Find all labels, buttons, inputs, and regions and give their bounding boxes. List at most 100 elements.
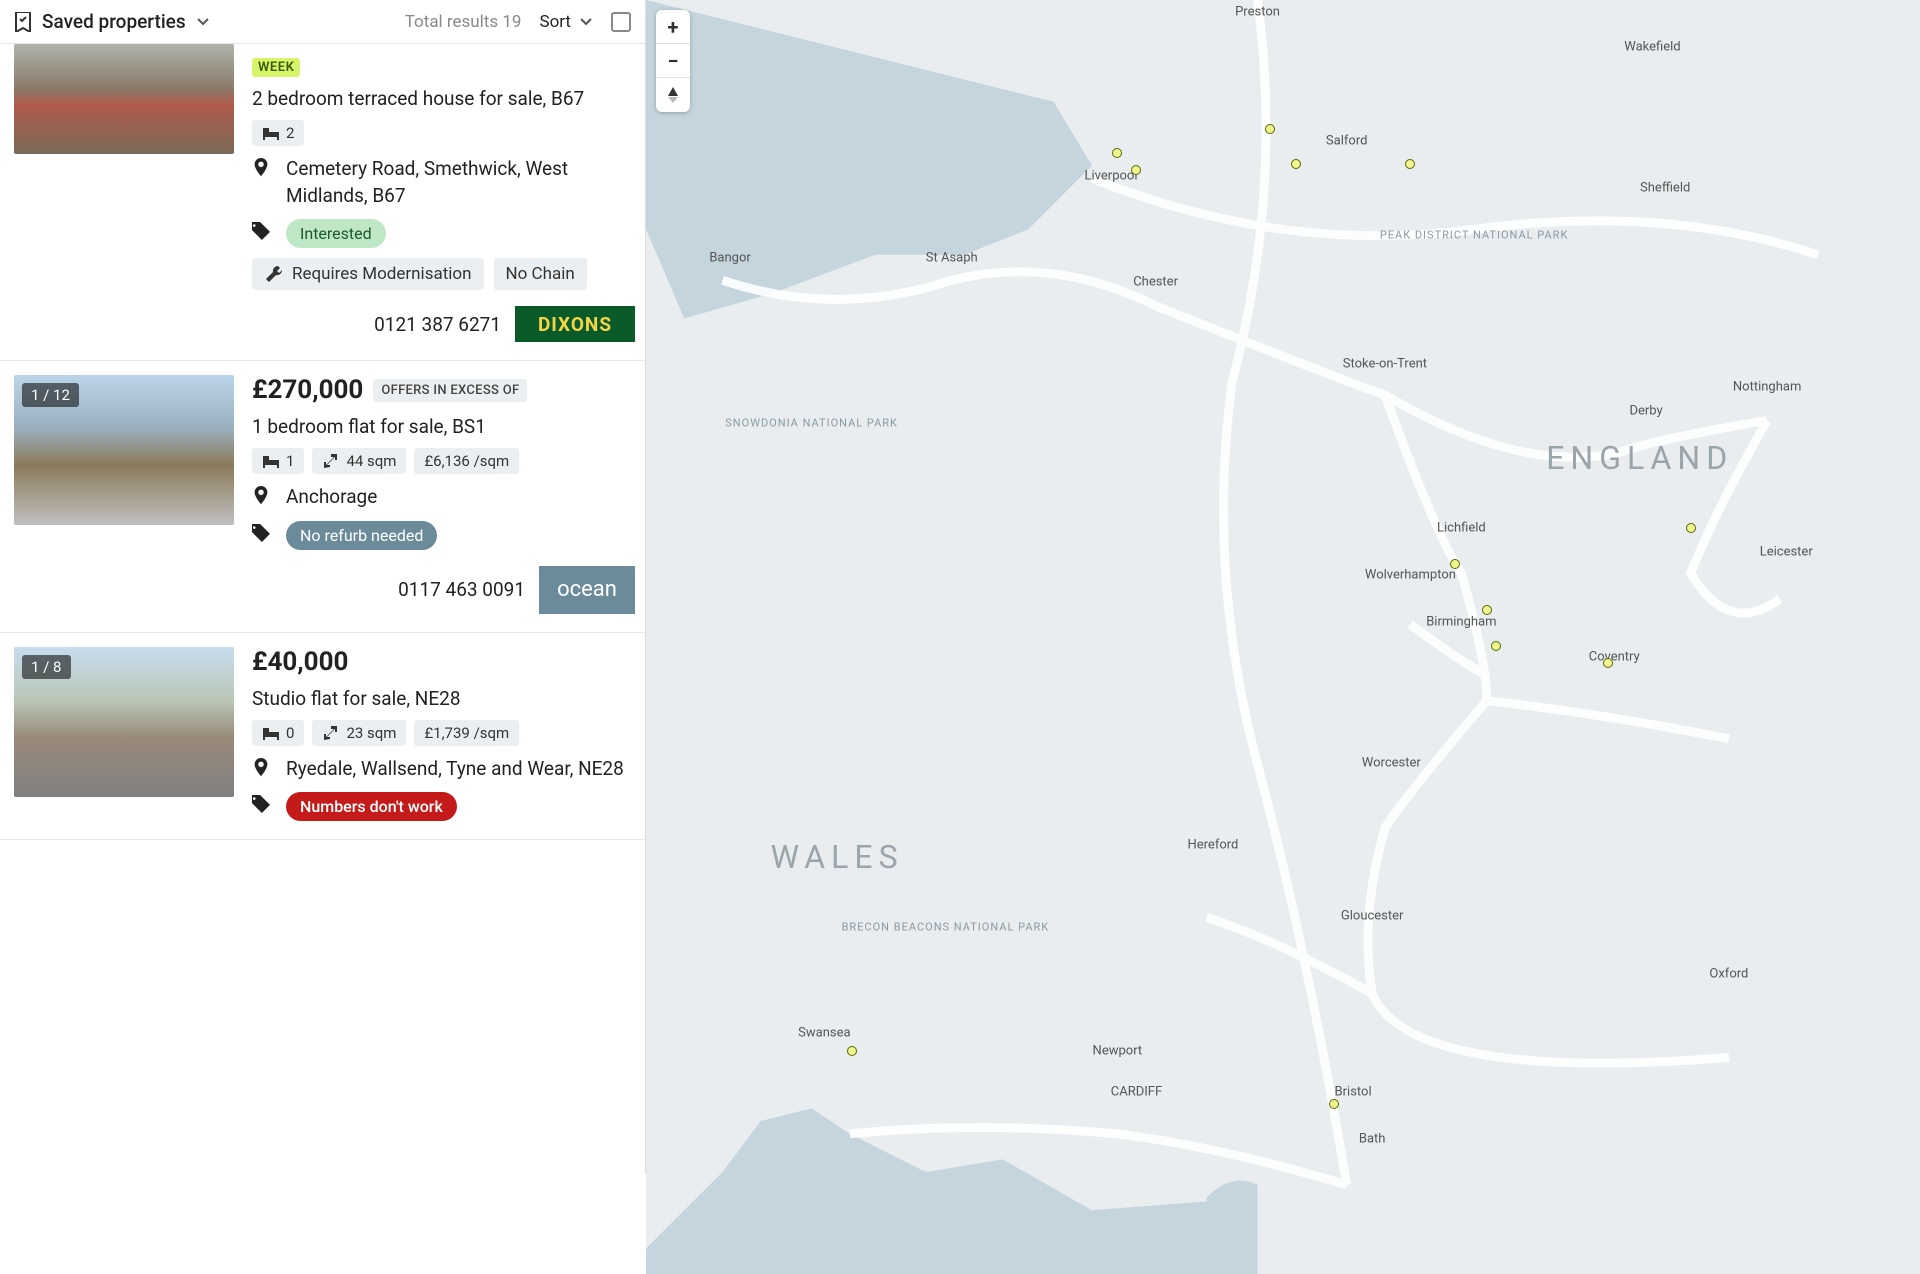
agent-logo[interactable]: ocean	[539, 566, 635, 614]
tag-icon	[252, 523, 270, 543]
bookmark-icon	[14, 12, 32, 32]
map-panel[interactable]: Preston Wakefield Liverpool Salford Sheffiel…	[646, 0, 1920, 1174]
zoom-in-button[interactable]: +	[656, 10, 690, 44]
map-city-label: Stoke-on-Trent	[1343, 356, 1427, 371]
listing-item[interactable]: WEEK 2 bedroom terraced house for sale, …	[0, 44, 645, 361]
location-icon	[252, 158, 270, 178]
map-city-label: Coventry	[1589, 650, 1640, 665]
map-marker[interactable]	[1405, 159, 1415, 169]
map-city-label: Birmingham	[1426, 615, 1496, 630]
map-city-label: Newport	[1093, 1043, 1143, 1058]
map-marker[interactable]	[1482, 605, 1492, 615]
map-city-label: Wakefield	[1624, 39, 1680, 54]
feature-chip: Requires Modernisation	[252, 258, 484, 290]
map-marker[interactable]	[1329, 1099, 1339, 1109]
beds-chip: 1	[252, 448, 304, 474]
map-city-label: Bangor	[709, 251, 750, 266]
zoom-out-button[interactable]: −	[656, 44, 690, 78]
map-city-label: Salford	[1326, 133, 1368, 148]
map-region-label: WALES	[771, 838, 904, 876]
header-title: Saved properties	[42, 10, 186, 33]
select-all-checkbox[interactable]	[611, 12, 631, 32]
agent-phone[interactable]: 0121 387 6271	[374, 313, 501, 336]
map-park-label: PEAK DISTRICT NATIONAL PARK	[1380, 228, 1569, 241]
location-icon	[252, 758, 270, 778]
map-marker[interactable]	[1112, 148, 1122, 158]
map-marker[interactable]	[1491, 641, 1501, 651]
listing-address: Anchorage	[286, 484, 377, 511]
listing-image[interactable]: 1 / 12	[14, 375, 234, 525]
compass-icon	[666, 87, 680, 103]
map-city-label: Oxford	[1709, 967, 1748, 982]
listing-image[interactable]	[14, 44, 234, 154]
listing-item[interactable]: 1 / 12 £270,000 OFFERS IN EXCESS OF 1 be…	[0, 361, 645, 633]
map-city-label: Worcester	[1362, 756, 1421, 771]
map-controls: + −	[656, 10, 690, 112]
map-marker[interactable]	[1686, 523, 1696, 533]
chevron-down-icon	[196, 15, 210, 29]
map-city-label: Swansea	[798, 1026, 850, 1041]
map-city-label: Preston	[1235, 4, 1280, 19]
image-counter: 1 / 12	[22, 383, 79, 407]
map-city-label: Sheffield	[1640, 180, 1690, 195]
tag-icon	[252, 794, 270, 814]
price-sqm-chip: £6,136 /sqm	[414, 448, 519, 474]
map-marker[interactable]	[1450, 559, 1460, 569]
map-city-label: Derby	[1629, 403, 1662, 418]
listing-address: Cemetery Road, Smethwick, West Midlands,…	[286, 156, 635, 209]
sort-button[interactable]: Sort	[539, 12, 593, 32]
compass-button[interactable]	[656, 78, 690, 112]
map-city-label: Nottingham	[1733, 380, 1801, 395]
listing-title: 1 bedroom flat for sale, BS1	[252, 415, 635, 438]
map-marker[interactable]	[1131, 165, 1141, 175]
agent-logo[interactable]: DIXONS	[515, 306, 635, 342]
bed-icon	[262, 126, 280, 140]
listings: WEEK 2 bedroom terraced house for sale, …	[0, 44, 645, 1174]
map-region-label: ENGLAND	[1546, 439, 1733, 477]
chevron-down-icon	[579, 15, 593, 29]
area-icon	[322, 726, 340, 740]
map-marker[interactable]	[1603, 658, 1613, 668]
map-city-label: Hereford	[1187, 838, 1238, 853]
map-marker[interactable]	[847, 1046, 857, 1056]
map-city-label: Bath	[1359, 1131, 1386, 1146]
bed-icon	[262, 726, 280, 740]
feature-chip: No Chain	[494, 258, 587, 290]
listing-image[interactable]: 1 / 8	[14, 647, 234, 797]
listing-item[interactable]: 1 / 8 £40,000 Studio flat for sale, NE28…	[0, 633, 645, 841]
sort-label: Sort	[539, 12, 571, 32]
area-icon	[322, 454, 340, 468]
listing-price: £270,000	[252, 375, 363, 405]
status-tag[interactable]: No refurb needed	[286, 521, 437, 550]
map-city-label: Lichfield	[1437, 521, 1486, 536]
week-badge: WEEK	[252, 58, 300, 77]
header-bar: Saved properties Total results 19 Sort	[0, 0, 645, 44]
map-park-label: SNOWDONIA NATIONAL PARK	[725, 416, 898, 429]
listing-price: £40,000	[252, 647, 348, 677]
bed-icon	[262, 454, 280, 468]
map-city-label: St Asaph	[926, 251, 978, 266]
total-results: Total results 19	[405, 12, 522, 32]
map-marker[interactable]	[1291, 159, 1301, 169]
location-icon	[252, 486, 270, 506]
area-chip: 23 sqm	[312, 720, 406, 746]
map-marker[interactable]	[1265, 124, 1275, 134]
saved-properties-dropdown[interactable]: Saved properties	[14, 10, 210, 33]
map-city-label: Bristol	[1335, 1084, 1372, 1099]
beds-chip: 2	[252, 120, 304, 146]
status-tag[interactable]: Interested	[286, 219, 386, 248]
map-city-label: Liverpool	[1085, 169, 1138, 184]
agent-phone[interactable]: 0117 463 0091	[398, 578, 525, 601]
status-tag[interactable]: Numbers don't work	[286, 792, 457, 821]
map-city-label: Chester	[1133, 274, 1178, 289]
image-counter: 1 / 8	[22, 655, 71, 679]
listing-title: Studio flat for sale, NE28	[252, 687, 635, 710]
beds-chip: 0	[252, 720, 304, 746]
map-city-label: Wolverhampton	[1365, 568, 1456, 583]
map-city-label: Gloucester	[1341, 908, 1404, 923]
listing-address: Ryedale, Wallsend, Tyne and Wear, NE28	[286, 756, 624, 783]
price-sqm-chip: £1,739 /sqm	[414, 720, 519, 746]
map-city-label: CARDIFF	[1111, 1084, 1162, 1099]
area-chip: 44 sqm	[312, 448, 406, 474]
map-city-label: Leicester	[1760, 544, 1813, 559]
